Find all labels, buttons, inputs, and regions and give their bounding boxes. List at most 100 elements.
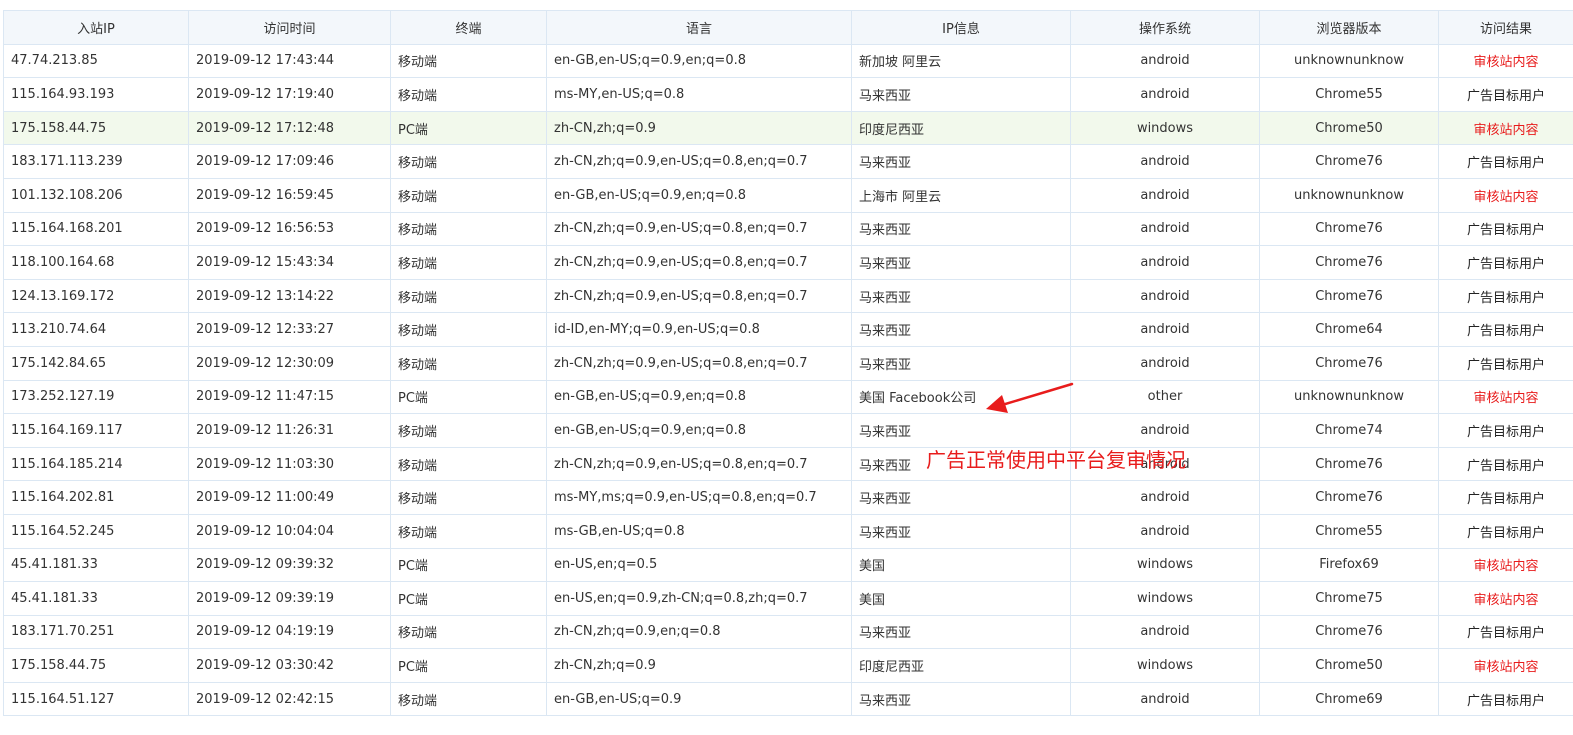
visit-log-table: 入站IP 访问时间 终端 语言 IP信息 操作系统 浏览器版本 访问结果 47.… [3, 10, 1573, 717]
cell-terminal: 移动端 [390, 681, 547, 717]
cell-ip: 115.164.93.193 [3, 77, 189, 112]
table-row: 173.252.127.19 2019-09-12 11:47:15 PC端 en-G… [3, 379, 1573, 415]
cell-time: 2019-09-12 17:12:48 [188, 110, 391, 146]
cell-time: 2019-09-12 11:00:49 [188, 480, 391, 515]
cell-os: windows [1070, 648, 1260, 683]
cell-result: 审核站内容 [1438, 110, 1573, 146]
table-row: 115.164.168.201 2019-09-12 16:56:53 移动端 zh-… [3, 211, 1573, 247]
cell-ip: 113.210.74.64 [3, 312, 189, 347]
cell-browser: Firefox69 [1259, 547, 1439, 583]
cell-terminal: 移动端 [390, 480, 547, 515]
cell-ip: 115.164.185.214 [3, 446, 189, 482]
cell-ip-info: 马来西亚 [851, 312, 1071, 347]
cell-os: android [1070, 614, 1260, 650]
cell-ip: 115.164.51.127 [3, 681, 189, 717]
cell-language: zh-CN,zh;q=0.9 [546, 648, 852, 683]
cell-ip: 45.41.181.33 [3, 547, 189, 583]
cell-os: windows [1070, 547, 1260, 583]
cell-language: en-US,en;q=0.9,zh-CN;q=0.8,zh;q=0.7 [546, 581, 852, 616]
cell-time: 2019-09-12 09:39:32 [188, 547, 391, 583]
table-row: 175.158.44.75 2019-09-12 03:30:42 PC端 zh-CN… [3, 648, 1573, 683]
cell-language: en-GB,en-US;q=0.9,en;q=0.8 [546, 43, 852, 79]
cell-language: zh-CN,zh;q=0.9,en-US;q=0.8,en;q=0.7 [546, 211, 852, 247]
cell-language: ms-MY,ms;q=0.9,en-US;q=0.8,en;q=0.7 [546, 480, 852, 515]
table-row: 45.41.181.33 2019-09-12 09:39:32 PC端 en-US,… [3, 547, 1573, 583]
table-header-row: 入站IP 访问时间 终端 语言 IP信息 操作系统 浏览器版本 访问结果 [3, 10, 1573, 45]
cell-language: zh-CN,zh;q=0.9 [546, 110, 852, 146]
cell-time: 2019-09-12 11:03:30 [188, 446, 391, 482]
cell-ip-info: 印度尼西亚 [851, 110, 1071, 146]
cell-time: 2019-09-12 03:30:42 [188, 648, 391, 683]
cell-result: 审核站内容 [1438, 379, 1573, 415]
cell-os: android [1070, 480, 1260, 515]
cell-ip-info: 马来西亚 [851, 614, 1071, 650]
cell-time: 2019-09-12 17:19:40 [188, 77, 391, 112]
table-row: 183.171.113.239 2019-09-12 17:09:46 移动端 zh-… [3, 144, 1573, 179]
cell-terminal: 移动端 [390, 77, 547, 112]
cell-result: 广告目标用户 [1438, 312, 1573, 347]
cell-language: zh-CN,zh;q=0.9,en-US;q=0.8,en;q=0.7 [546, 345, 852, 381]
cell-time: 2019-09-12 12:33:27 [188, 312, 391, 347]
cell-terminal: 移动端 [390, 614, 547, 650]
header-browser: 浏览器版本 [1259, 10, 1439, 45]
cell-ip: 175.158.44.75 [3, 648, 189, 683]
table-body: 47.74.213.85 2019-09-12 17:43:44 移动端 en-GB,… [3, 43, 1573, 717]
cell-terminal: 移动端 [390, 43, 547, 79]
cell-result: 广告目标用户 [1438, 77, 1573, 112]
cell-time: 2019-09-12 11:26:31 [188, 413, 391, 448]
cell-ip-info: 马来西亚 [851, 77, 1071, 112]
cell-ip-info: 马来西亚 [851, 345, 1071, 381]
cell-browser: unknownunknow [1259, 177, 1439, 213]
cell-ip-info: 马来西亚 [851, 245, 1071, 280]
cell-os: android [1070, 312, 1260, 347]
cell-terminal: 移动端 [390, 211, 547, 247]
cell-result: 审核站内容 [1438, 581, 1573, 616]
table-row: 183.171.70.251 2019-09-12 04:19:19 移动端 zh-C… [3, 614, 1573, 650]
cell-language: zh-CN,zh;q=0.9,en-US;q=0.8,en;q=0.7 [546, 144, 852, 179]
cell-ip-info: 美国 [851, 581, 1071, 616]
cell-time: 2019-09-12 17:43:44 [188, 43, 391, 79]
cell-language: zh-CN,zh;q=0.9,en;q=0.8 [546, 614, 852, 650]
cell-ip-info: 印度尼西亚 [851, 648, 1071, 683]
cell-os: windows [1070, 581, 1260, 616]
cell-ip-info: 马来西亚 [851, 480, 1071, 515]
cell-language: ms-MY,en-US;q=0.8 [546, 77, 852, 112]
cell-result: 广告目标用户 [1438, 446, 1573, 482]
cell-result: 广告目标用户 [1438, 413, 1573, 448]
cell-browser: unknownunknow [1259, 379, 1439, 415]
cell-language: en-GB,en-US;q=0.9,en;q=0.8 [546, 413, 852, 448]
cell-os: android [1070, 77, 1260, 112]
cell-ip: 115.164.202.81 [3, 480, 189, 515]
cell-language: id-ID,en-MY;q=0.9,en-US;q=0.8 [546, 312, 852, 347]
cell-os: android [1070, 211, 1260, 247]
cell-os: other [1070, 379, 1260, 415]
cell-browser: Chrome76 [1259, 480, 1439, 515]
cell-os: android [1070, 513, 1260, 549]
arrow-icon [986, 382, 1074, 413]
cell-browser: Chrome76 [1259, 211, 1439, 247]
cell-language: ms-GB,en-US;q=0.8 [546, 513, 852, 549]
cell-browser: Chrome55 [1259, 77, 1439, 112]
cell-language: zh-CN,zh;q=0.9,en-US;q=0.8,en;q=0.7 [546, 278, 852, 314]
table-row: 115.164.185.214 2019-09-12 11:03:30 移动端 zh-… [3, 446, 1573, 482]
cell-result: 审核站内容 [1438, 648, 1573, 683]
header-result: 访问结果 [1438, 10, 1573, 45]
cell-os: windows [1070, 110, 1260, 146]
table-row: 101.132.108.206 2019-09-12 16:59:45 移动端 en-… [3, 177, 1573, 213]
table-row: 45.41.181.33 2019-09-12 09:39:19 PC端 en-US,… [3, 581, 1573, 616]
cell-result: 广告目标用户 [1438, 345, 1573, 381]
cell-ip-info: 新加坡 阿里云 [851, 43, 1071, 79]
cell-ip: 45.41.181.33 [3, 581, 189, 616]
cell-time: 2019-09-12 10:04:04 [188, 513, 391, 549]
cell-ip: 115.164.168.201 [3, 211, 189, 247]
cell-terminal: PC端 [390, 547, 547, 583]
table-row: 115.164.169.117 2019-09-12 11:26:31 移动端 en-… [3, 413, 1573, 448]
cell-ip: 118.100.164.68 [3, 245, 189, 280]
cell-terminal: 移动端 [390, 513, 547, 549]
cell-browser: Chrome76 [1259, 345, 1439, 381]
cell-ip: 101.132.108.206 [3, 177, 189, 213]
cell-time: 2019-09-12 13:14:22 [188, 278, 391, 314]
table-row: 115.164.51.127 2019-09-12 02:42:15 移动端 en-G… [3, 681, 1573, 717]
cell-terminal: 移动端 [390, 278, 547, 314]
cell-terminal: 移动端 [390, 245, 547, 280]
